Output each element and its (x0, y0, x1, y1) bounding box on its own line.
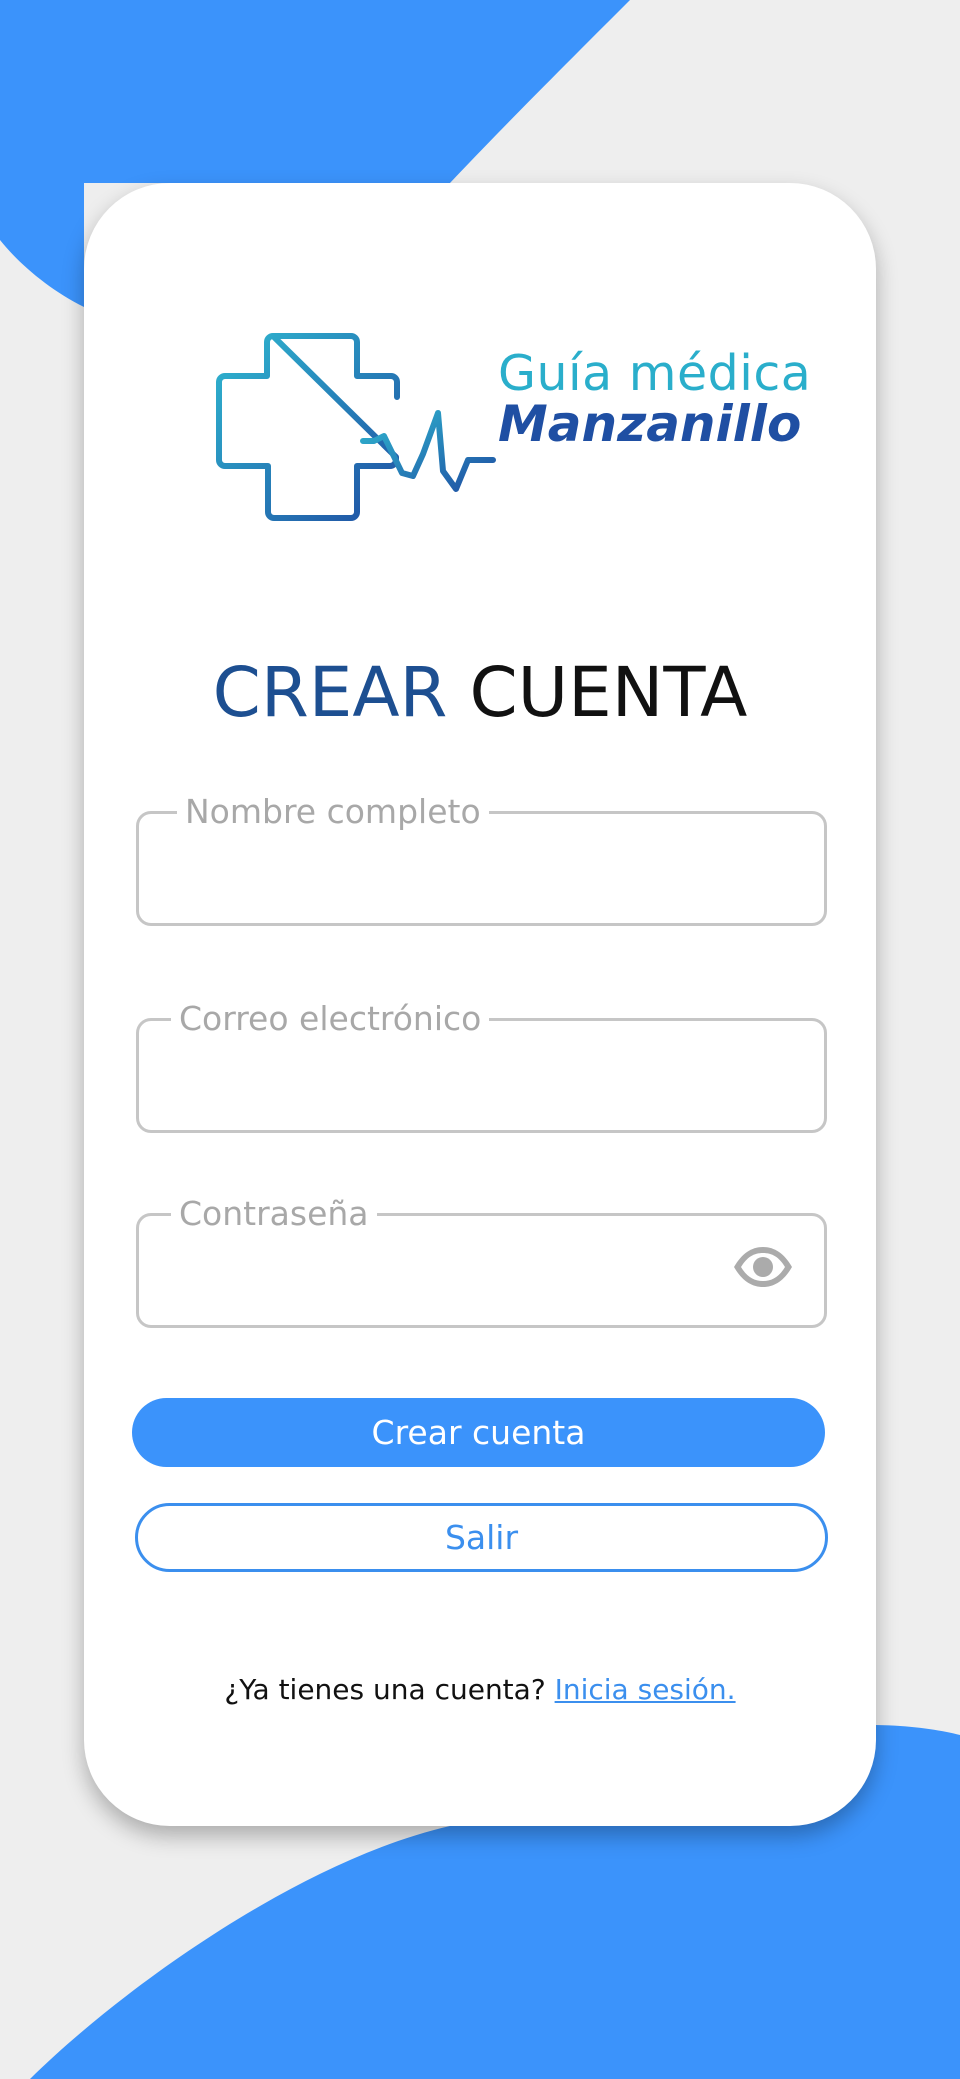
logo-title: Guía médica (498, 345, 812, 402)
signup-card: Guía médica Manzanillo CREAR CUENTA Nomb… (84, 183, 876, 1826)
logo-subtitle: Manzanillo (498, 395, 802, 453)
password-label: Contraseña (171, 1192, 377, 1236)
full-name-field[interactable]: Nombre completo (136, 790, 827, 926)
create-account-button[interactable]: Crear cuenta (132, 1398, 825, 1467)
eye-icon[interactable] (732, 1241, 794, 1293)
app-logo: Guía médica Manzanillo (216, 329, 811, 539)
page-title: CREAR CUENTA (84, 653, 876, 733)
full-name-input[interactable] (167, 844, 731, 896)
email-input[interactable] (167, 1051, 731, 1103)
page-title-accent: CREAR (212, 653, 448, 733)
email-label: Correo electrónico (171, 997, 490, 1041)
password-field[interactable]: Contraseña (136, 1192, 827, 1328)
login-prompt-text: ¿Ya tienes una cuenta? (224, 1673, 546, 1706)
full-name-label: Nombre completo (177, 790, 489, 834)
medical-cross-heartbeat-icon (216, 333, 496, 521)
email-field[interactable]: Correo electrónico (136, 997, 827, 1133)
login-prompt: ¿Ya tienes una cuenta? Inicia sesión. (84, 1673, 876, 1706)
login-link[interactable]: Inicia sesión. (555, 1673, 736, 1706)
password-input[interactable] (167, 1246, 691, 1298)
page-title-rest: CUENTA (469, 653, 748, 733)
exit-button[interactable]: Salir (135, 1503, 828, 1572)
